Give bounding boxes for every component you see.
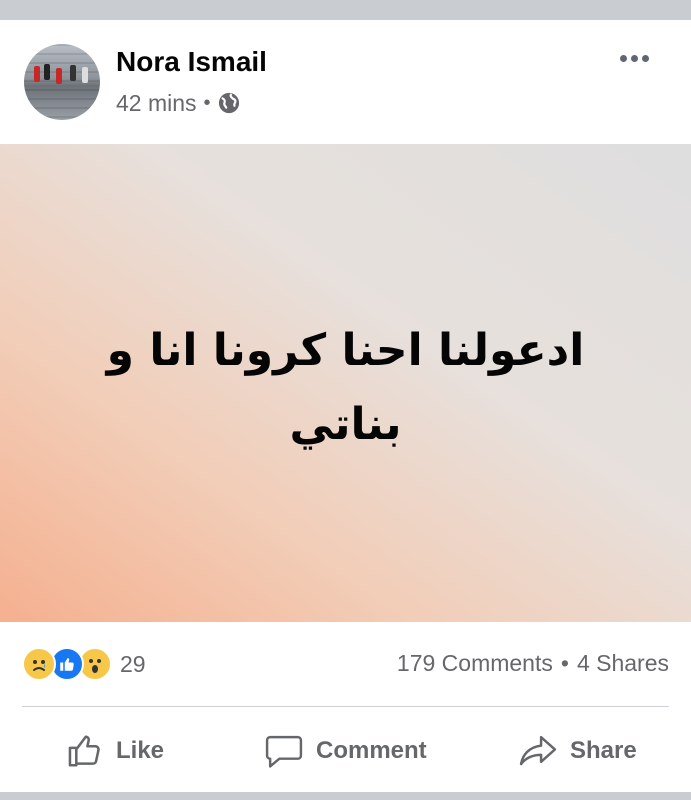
sad-reaction-icon [22,647,56,681]
post-meta: 42 mins • [116,90,240,116]
share-arrow-icon [518,732,558,770]
author-name[interactable]: Nora Ismail [116,46,267,78]
reactions-summary[interactable]: 29 [22,646,146,682]
meta-separator: • [203,91,211,114]
avatar-figure [44,64,50,80]
engagement-counts: 179 Comments • 4 Shares [397,650,669,677]
like-label: Like [116,737,165,764]
comment-button[interactable]: Comment [264,720,427,782]
avatar[interactable] [24,44,100,120]
thumbs-up-icon [66,732,104,770]
comment-bubble-icon [264,732,304,770]
feed-separator-top [0,0,691,20]
share-button[interactable]: Share [518,720,637,782]
avatar-figure [82,67,88,83]
feed-separator-bottom [0,792,691,800]
avatar-figure [70,65,76,81]
share-label: Share [570,737,637,764]
divider [22,706,669,707]
comments-count[interactable]: 179 Comments [397,650,553,677]
post-time[interactable]: 42 mins [116,90,197,117]
like-button[interactable]: Like [66,720,164,782]
shares-count[interactable]: 4 Shares [577,650,669,677]
reaction-count: 29 [120,650,146,677]
comment-label: Comment [316,737,427,764]
avatar-figure [56,68,62,84]
avatar-figure [34,66,40,82]
post-card: Nora Ismail 42 mins • ادعولنا احنا كرونا… [0,20,691,792]
status-text: ادعولنا احنا كرونا انا و بناتي [106,325,585,450]
counts-separator: • [560,650,569,676]
action-bar: Like Comment Share [0,720,691,782]
status-background: ادعولنا احنا كرونا انا و بناتي [0,144,691,622]
more-dots-icon[interactable] [620,50,656,66]
globe-icon[interactable] [218,92,240,114]
